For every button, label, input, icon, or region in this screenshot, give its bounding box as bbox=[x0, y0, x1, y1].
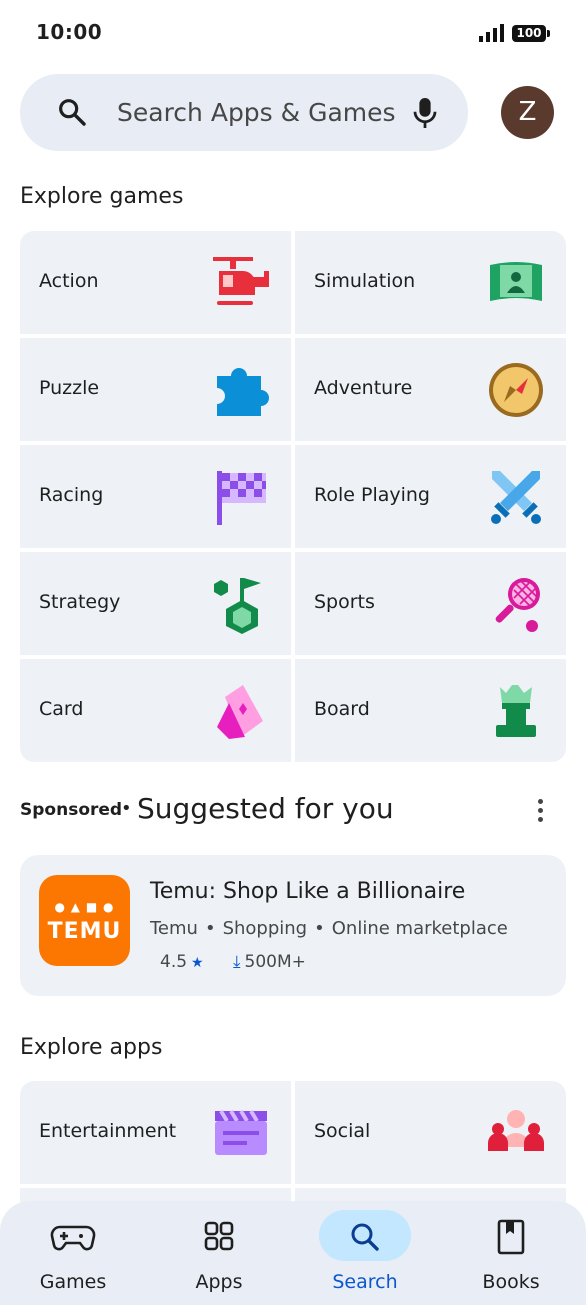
clapperboard-icon bbox=[215, 1109, 267, 1155]
category-label: Adventure bbox=[314, 377, 413, 399]
category-label: Role Playing bbox=[314, 484, 430, 506]
category-entertainment[interactable]: Entertainment bbox=[20, 1081, 291, 1184]
status-time: 10:00 bbox=[36, 20, 103, 44]
category-label: Social bbox=[314, 1120, 371, 1142]
app-stats: 4.5 ★ ⤓ 500M+ bbox=[160, 952, 306, 972]
sponsored-label: Sponsored bbox=[20, 800, 123, 820]
sponsored-header: Sponsored • Suggested for you bbox=[20, 792, 566, 832]
bottom-navigation: Games Apps Search Books bbox=[0, 1201, 586, 1305]
search-placeholder: Search Apps & Games bbox=[117, 98, 396, 127]
gamepad-icon bbox=[50, 1225, 96, 1251]
chess-piece-icon bbox=[496, 685, 536, 737]
app-developer: Temu bbox=[150, 918, 198, 939]
category-label: Action bbox=[39, 270, 99, 292]
app-tag: Online marketplace bbox=[331, 918, 508, 939]
explore-apps-title: Explore apps bbox=[20, 1035, 163, 1060]
category-label: Entertainment bbox=[39, 1120, 177, 1142]
category-social[interactable]: Social bbox=[295, 1081, 566, 1184]
app-name: Temu: Shop Like a Billionaire bbox=[150, 879, 466, 904]
microphone-icon[interactable] bbox=[410, 95, 440, 131]
battery-icon: 100 bbox=[512, 25, 550, 42]
tennis-racket-icon bbox=[495, 578, 540, 632]
checkered-flag-icon bbox=[217, 471, 266, 525]
strategy-icon bbox=[214, 578, 261, 634]
app-rating: 4.5 bbox=[160, 952, 188, 972]
app-meta: Temu • Shopping • Online marketplace bbox=[150, 918, 508, 939]
nav-label: Apps bbox=[195, 1271, 243, 1293]
category-label: Simulation bbox=[314, 270, 416, 292]
helicopter-icon bbox=[213, 257, 269, 305]
category-label: Card bbox=[39, 698, 84, 720]
search-icon bbox=[59, 99, 86, 126]
signal-icon bbox=[479, 24, 504, 42]
book-icon bbox=[497, 1219, 525, 1255]
suggested-title: Suggested for you bbox=[137, 792, 394, 825]
category-label: Strategy bbox=[39, 591, 121, 613]
compass-icon bbox=[489, 363, 543, 417]
search-icon bbox=[351, 1223, 379, 1251]
category-strategy[interactable]: Strategy bbox=[20, 552, 291, 655]
nav-label: Search bbox=[332, 1271, 398, 1293]
nav-books[interactable]: Books bbox=[438, 1201, 584, 1305]
download-icon: ⤓ bbox=[233, 952, 241, 972]
apps-grid-icon bbox=[204, 1221, 234, 1251]
category-card[interactable]: Card bbox=[20, 659, 291, 762]
search-bar[interactable]: Search Apps & Games bbox=[20, 74, 468, 151]
simulation-icon bbox=[490, 262, 542, 301]
nav-games[interactable]: Games bbox=[0, 1201, 146, 1305]
category-board[interactable]: Board bbox=[295, 659, 566, 762]
category-label: Board bbox=[314, 698, 370, 720]
app-category: Shopping bbox=[222, 918, 308, 939]
temu-app-icon: ● ▲ ■ ● TEMU bbox=[39, 875, 130, 966]
app-card-temu[interactable]: ● ▲ ■ ● TEMU Temu: Shop Like a Billionai… bbox=[20, 855, 566, 996]
crossed-swords-icon bbox=[491, 471, 541, 524]
nav-search[interactable]: Search bbox=[292, 1201, 438, 1305]
category-puzzle[interactable]: Puzzle bbox=[20, 338, 291, 441]
explore-games-title: Explore games bbox=[20, 184, 184, 209]
status-bar: 10:00 100 bbox=[0, 0, 586, 66]
category-label: Sports bbox=[314, 591, 375, 613]
separator-dot: • bbox=[121, 798, 132, 819]
category-racing[interactable]: Racing bbox=[20, 445, 291, 548]
puzzle-piece-icon bbox=[217, 368, 269, 416]
category-action[interactable]: Action bbox=[20, 231, 291, 334]
category-label: Puzzle bbox=[39, 377, 100, 399]
account-avatar[interactable]: Z bbox=[501, 86, 554, 139]
nav-label: Books bbox=[482, 1271, 540, 1293]
people-icon bbox=[488, 1110, 544, 1151]
playing-cards-icon bbox=[217, 685, 263, 739]
category-sports[interactable]: Sports bbox=[295, 552, 566, 655]
more-options-icon[interactable] bbox=[530, 796, 550, 826]
category-simulation[interactable]: Simulation bbox=[295, 231, 566, 334]
category-label: Racing bbox=[39, 484, 104, 506]
category-role-playing[interactable]: Role Playing bbox=[295, 445, 566, 548]
nav-apps[interactable]: Apps bbox=[146, 1201, 292, 1305]
app-downloads: 500M+ bbox=[244, 952, 306, 972]
nav-label: Games bbox=[39, 1271, 107, 1293]
game-categories-grid: Action Simulation Puzzle Adventure Racin… bbox=[20, 231, 566, 762]
category-adventure[interactable]: Adventure bbox=[295, 338, 566, 441]
star-icon: ★ bbox=[191, 955, 204, 971]
